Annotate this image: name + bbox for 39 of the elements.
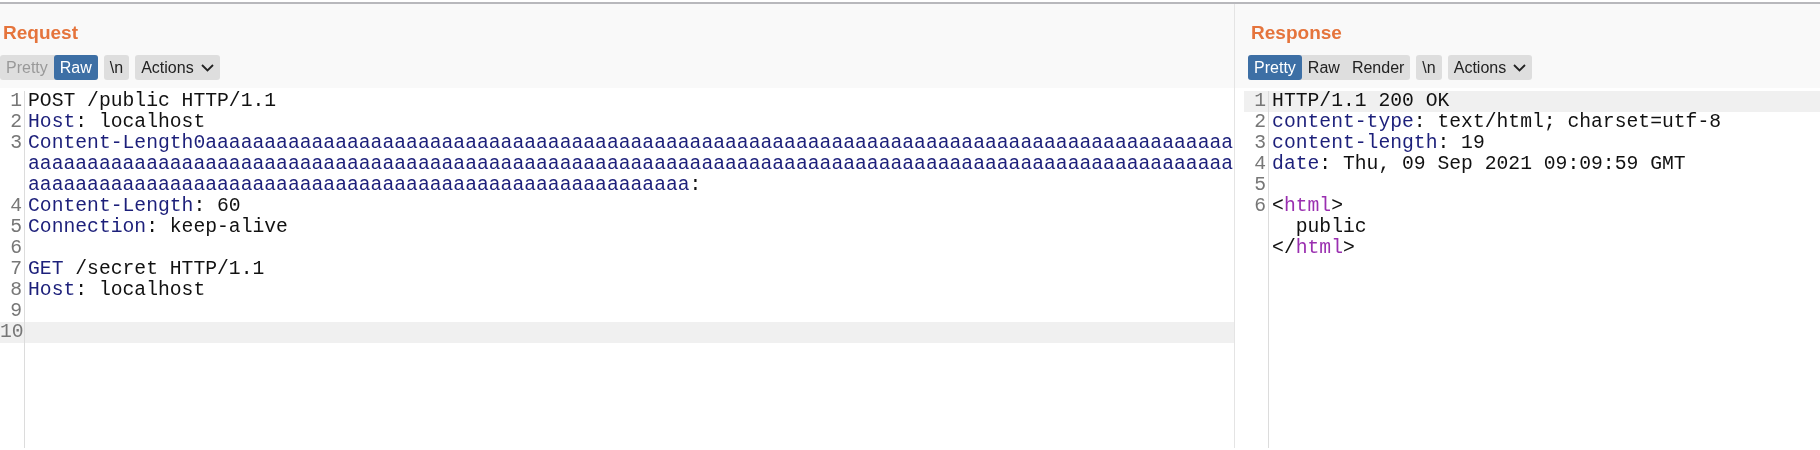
code-line: date: Thu, 09 Sep 2021 09:09:59 GMT: [1271, 154, 1687, 175]
view-tab[interactable]: Pretty: [1248, 55, 1302, 80]
line-number: 1: [1244, 91, 1270, 112]
panel-title: Request: [3, 22, 79, 44]
line-number: 6: [0, 238, 25, 259]
chevron-down-icon: [200, 63, 214, 72]
line-number: 2: [0, 112, 25, 133]
view-tab[interactable]: Raw: [53, 55, 98, 80]
newline-button[interactable]: \n: [1416, 55, 1442, 80]
line-number: 6: [1244, 196, 1270, 259]
code-line: Content-Length0aaaaaaaaaaaaaaaaaaaaaaaaaaaaaaaaaaaaaaaaaaaaaaaaaaaaaaaaaaaaaaaaaaaaaaaaaaaaaaaaaaaaaaaaaaaaaaaaaaaaaaaaaaaaaaaaaaaaaaaaaaaaaaaaaaaaaaaaaaaaaaaaaaaaaaaaaaaaaaaaaaaaaaaaaaaaaaaaaaaaaaaaaaaaaaaaaaaaaaaaaaaaaaaaaaaaaaaaaaaaaaaaaaaaaaaaaaaaaaaaaaaaa:: [27, 133, 1235, 196]
panel-title: Response: [1251, 22, 1343, 44]
line-number: 3: [1244, 133, 1270, 154]
line-number: 4: [0, 196, 25, 217]
line-number: 7: [0, 259, 25, 280]
code-line: GET /secret HTTP/1.1: [27, 259, 266, 280]
line-number: 5: [1244, 175, 1270, 196]
actions-button[interactable]: Actions: [135, 55, 220, 80]
code-line: HTTP/1.1 200 OK: [1271, 91, 1451, 112]
code-line: Host: localhost: [27, 112, 207, 133]
line-number: 1: [0, 91, 25, 112]
line-number: 3: [0, 133, 25, 196]
code-line: content-type: text/html; charset=utf-8: [1271, 112, 1723, 133]
line-number: 2: [1244, 112, 1270, 133]
line-number: 10: [0, 322, 25, 343]
code-line: Content-Length: 60: [27, 196, 242, 217]
view-tab[interactable]: Raw: [1301, 55, 1346, 80]
code-line: content-length: 19: [1271, 133, 1486, 154]
line-number: 5: [0, 217, 25, 238]
view-tab[interactable]: Render: [1345, 55, 1411, 80]
code-line: Connection: keep-alive: [27, 217, 289, 238]
code-line: POST /public HTTP/1.1: [27, 91, 278, 112]
line-number: 4: [1244, 154, 1270, 175]
code-line: Host: localhost: [27, 280, 207, 301]
line-number: 8: [0, 280, 25, 301]
newline-button[interactable]: \n: [103, 55, 130, 80]
chevron-down-icon: [1513, 63, 1527, 72]
code-line: <html> public </html>: [1271, 196, 1368, 259]
actions-button[interactable]: Actions: [1447, 55, 1533, 80]
